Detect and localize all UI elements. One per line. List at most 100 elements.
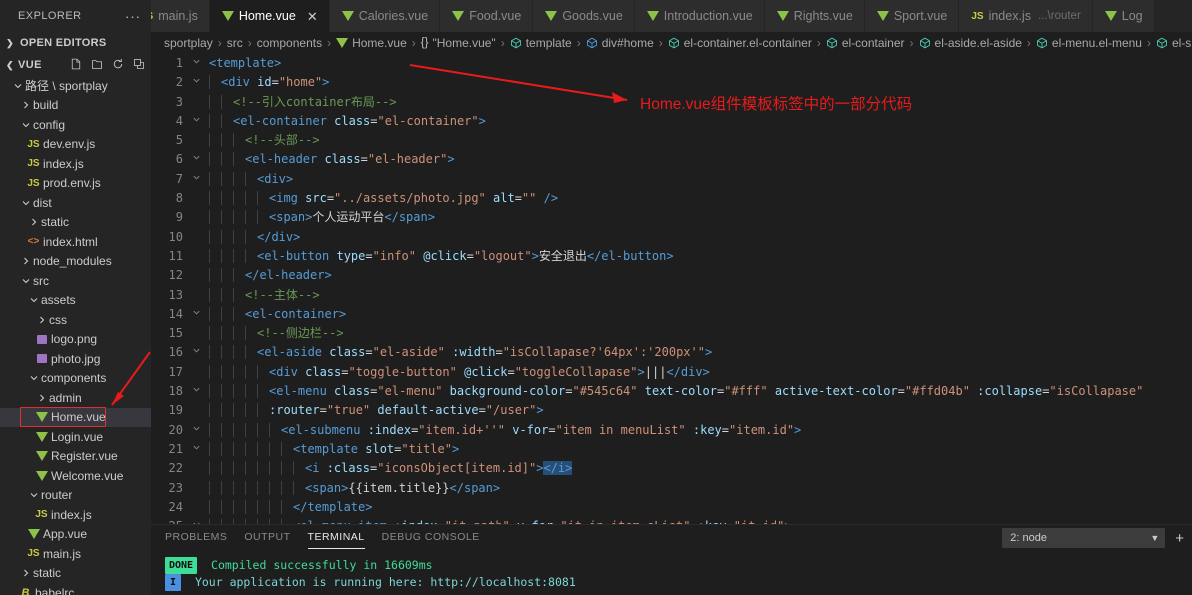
breadcrumb[interactable]: sportplay › src › components › Home.vue › {} "Hom… bbox=[151, 32, 1192, 54]
tree-item-static[interactable]: static bbox=[0, 564, 151, 584]
editor-tab-index-js[interactable]: JS index.js ...\router bbox=[959, 0, 1093, 32]
fold-chevron-icon[interactable] bbox=[189, 150, 203, 169]
breadcrumb-item[interactable]: Home.vue bbox=[336, 36, 407, 50]
editor-tab-rights-vue[interactable]: Rights.vue bbox=[764, 0, 865, 32]
panel-tab-terminal[interactable]: TERMINAL bbox=[307, 531, 365, 549]
code-line[interactable]: 14 <el-container> bbox=[151, 305, 1192, 324]
tree-item-logo-png[interactable]: logo.png bbox=[0, 330, 151, 350]
more-actions-icon[interactable]: ··· bbox=[125, 9, 141, 24]
breadcrumb-item[interactable]: el-s bbox=[1156, 36, 1191, 50]
tree-item-assets[interactable]: assets bbox=[0, 291, 151, 311]
tree-item-register-vue[interactable]: Register.vue bbox=[0, 447, 151, 467]
workspace-section-header[interactable]: ❮ VUE bbox=[0, 54, 151, 76]
new-folder-icon[interactable] bbox=[91, 58, 103, 73]
tree-item-src[interactable]: src bbox=[0, 271, 151, 291]
breadcrumb-item[interactable]: el-container bbox=[826, 36, 905, 50]
new-terminal-icon[interactable]: + bbox=[1175, 531, 1184, 546]
editor-tab-sport-vue[interactable]: Sport.vue bbox=[864, 0, 960, 32]
code-line[interactable]: 13 <!--主体--> bbox=[151, 286, 1192, 305]
editor-tab-bar[interactable]: JS main.js Home.vue ✕ Calories.vue Food.vue Go… bbox=[151, 0, 1192, 32]
breadcrumb-item[interactable]: src bbox=[227, 36, 243, 50]
tree-item-build[interactable]: build bbox=[0, 96, 151, 116]
fold-chevron-icon[interactable] bbox=[189, 517, 203, 524]
explorer-actions[interactable] bbox=[70, 58, 145, 73]
collapse-all-icon[interactable] bbox=[133, 58, 145, 73]
tree-item-welcome-vue[interactable]: Welcome.vue bbox=[0, 466, 151, 486]
open-editors-section-header[interactable]: ❯ OPEN EDITORS bbox=[0, 32, 151, 54]
refresh-icon[interactable] bbox=[112, 58, 124, 73]
breadcrumb-item[interactable]: el-aside.el-aside bbox=[919, 36, 1022, 50]
code-line[interactable]: 23 <span>{{item.title}}</span> bbox=[151, 479, 1192, 498]
editor-tab-introduction-vue[interactable]: Introduction.vue bbox=[634, 0, 765, 32]
code-line[interactable]: 9 <span>个人运动平台</span> bbox=[151, 208, 1192, 227]
tree-item-dev-env-js[interactable]: JS dev.env.js bbox=[0, 135, 151, 155]
code-line[interactable]: 24 </template> bbox=[151, 498, 1192, 517]
breadcrumb-item[interactable]: {} "Home.vue" bbox=[421, 36, 496, 50]
editor-tab-food-vue[interactable]: Food.vue bbox=[440, 0, 534, 32]
tree-item-home-vue[interactable]: Home.vue bbox=[0, 407, 151, 427]
tree-item-components[interactable]: components bbox=[0, 369, 151, 389]
editor-tab-main-js[interactable]: JS main.js bbox=[151, 0, 210, 32]
editor-tab-log[interactable]: Log bbox=[1092, 0, 1155, 32]
breadcrumb-item[interactable]: sportplay bbox=[164, 36, 213, 50]
tree-item-index-html[interactable]: <> index.html bbox=[0, 232, 151, 252]
code-line[interactable]: 4 <el-container class="el-container"> bbox=[151, 112, 1192, 131]
tree-item-admin[interactable]: admin bbox=[0, 388, 151, 408]
code-line[interactable]: 21 <template slot="title"> bbox=[151, 440, 1192, 459]
editor-tab-calories-vue[interactable]: Calories.vue bbox=[329, 0, 441, 32]
breadcrumb-item[interactable]: components bbox=[257, 36, 322, 50]
code-line[interactable]: 10 </div> bbox=[151, 228, 1192, 247]
fold-chevron-icon[interactable] bbox=[189, 112, 203, 131]
code-line[interactable]: 16 <el-aside class="el-aside" :width="isC… bbox=[151, 343, 1192, 362]
fold-chevron-icon[interactable] bbox=[189, 73, 203, 92]
code-line[interactable]: 22 <i :class="iconsObject[item.id]"></i> bbox=[151, 459, 1192, 478]
panel-actions[interactable]: 2: node ▼ + bbox=[1002, 528, 1192, 548]
explorer-sidebar[interactable]: ❮ VUE 路径 \ sportplay build config JS dev… bbox=[0, 54, 151, 595]
fold-chevron-icon[interactable] bbox=[189, 440, 203, 459]
file-tree[interactable]: 路径 \ sportplay build config JS dev.env.js JS i… bbox=[0, 76, 151, 595]
fold-chevron-icon[interactable] bbox=[189, 343, 203, 362]
tree-item-main-js[interactable]: JS main.js bbox=[0, 544, 151, 564]
code-line[interactable]: 25 <el-menu-item :index="it.path" v-for="… bbox=[151, 517, 1192, 524]
panel-tab-problems[interactable]: PROBLEMS bbox=[165, 531, 227, 545]
tree-item-app-vue[interactable]: App.vue bbox=[0, 525, 151, 545]
code-line[interactable]: 20 <el-submenu :index="item.id+''" v-for=… bbox=[151, 421, 1192, 440]
close-icon[interactable]: ✕ bbox=[307, 10, 318, 23]
code-line[interactable]: 12 </el-header> bbox=[151, 266, 1192, 285]
code-line[interactable]: 6 <el-header class="el-header"> bbox=[151, 150, 1192, 169]
terminal-output[interactable]: DONE Compiled successfully in 16609ms I Y… bbox=[151, 551, 1192, 595]
tree-item-config[interactable]: config bbox=[0, 115, 151, 135]
code-editor[interactable]: 1 <template> 2 <div id="home"> 3 <!--引入contai… bbox=[151, 54, 1192, 524]
fold-chevron-icon[interactable] bbox=[189, 421, 203, 440]
tree-item-router[interactable]: router bbox=[0, 486, 151, 506]
code-line[interactable]: 7 <div> bbox=[151, 170, 1192, 189]
editor-tab-goods-vue[interactable]: Goods.vue bbox=[533, 0, 635, 32]
tree-item-dist[interactable]: dist bbox=[0, 193, 151, 213]
tree-item-index-js[interactable]: JS index.js bbox=[0, 505, 151, 525]
tree-item-index-js[interactable]: JS index.js bbox=[0, 154, 151, 174]
panel-tab-output[interactable]: OUTPUT bbox=[244, 531, 290, 545]
code-line[interactable]: 18 <el-menu class="el-menu" background-co… bbox=[151, 382, 1192, 401]
breadcrumb-item[interactable]: el-menu.el-menu bbox=[1036, 36, 1142, 50]
tree-item-prod-env-js[interactable]: JS prod.env.js bbox=[0, 174, 151, 194]
tree-item------sportplay[interactable]: 路径 \ sportplay bbox=[0, 76, 151, 96]
code-line[interactable]: 11 <el-button type="info" @click="logout"… bbox=[151, 247, 1192, 266]
code-line[interactable]: 1 <template> bbox=[151, 54, 1192, 73]
breadcrumb-item[interactable]: template bbox=[510, 36, 572, 50]
fold-chevron-icon[interactable] bbox=[189, 305, 203, 324]
tree-item-static[interactable]: static bbox=[0, 213, 151, 233]
fold-chevron-icon[interactable] bbox=[189, 170, 203, 189]
tree-item-photo-jpg[interactable]: photo.jpg bbox=[0, 349, 151, 369]
fold-chevron-icon[interactable] bbox=[189, 382, 203, 401]
tree-item-login-vue[interactable]: Login.vue bbox=[0, 427, 151, 447]
code-line[interactable]: 5 <!--头部--> bbox=[151, 131, 1192, 150]
code-line[interactable]: 15 <!--侧边栏--> bbox=[151, 324, 1192, 343]
breadcrumb-item[interactable]: el-container.el-container bbox=[668, 36, 812, 50]
tree-item-css[interactable]: css bbox=[0, 310, 151, 330]
breadcrumb-item[interactable]: div#home bbox=[586, 36, 654, 50]
tree-item-babelrc[interactable]: Bbabelrc bbox=[0, 583, 151, 595]
panel-tab-debug-console[interactable]: DEBUG CONSOLE bbox=[382, 531, 480, 545]
terminal-selector[interactable]: 2: node ▼ bbox=[1002, 528, 1166, 548]
code-line[interactable]: 2 <div id="home"> bbox=[151, 73, 1192, 92]
code-line[interactable]: 17 <div class="toggle-button" @click="tog… bbox=[151, 363, 1192, 382]
